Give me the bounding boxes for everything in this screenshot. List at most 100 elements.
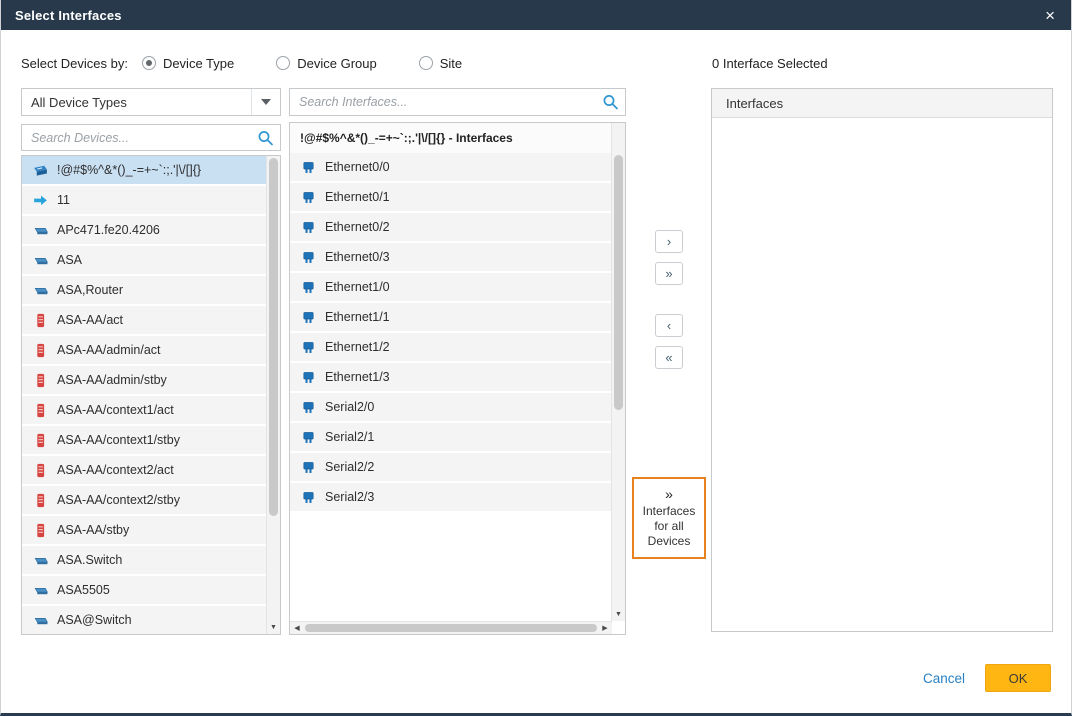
scrollbar-thumb[interactable]: [305, 624, 597, 632]
firewall-device-icon: [32, 462, 49, 479]
interfaces-for-all-devices-label: Interfaces for all Devices: [636, 504, 702, 549]
device-list-item[interactable]: ASA-AA/admin/stby: [22, 366, 266, 394]
scroll-right-icon[interactable]: ▶: [598, 622, 612, 634]
device-list-box: !@#$%^&*()_-=+~`:;.'|\/[]{} 11 APc471.fe…: [21, 155, 281, 635]
firewall-device-icon: [32, 492, 49, 509]
device-list-item[interactable]: ASA.Switch: [22, 546, 266, 574]
device-list-item[interactable]: ASA-AA/context2/stby: [22, 486, 266, 514]
interface-label: Ethernet0/0: [325, 160, 390, 174]
search-icon[interactable]: [257, 129, 274, 146]
device-list-scrollbar[interactable]: ▼: [266, 156, 280, 634]
device-list-item[interactable]: ASA-AA/act: [22, 306, 266, 334]
device-list-item[interactable]: ASA,Router: [22, 276, 266, 304]
interface-list-item[interactable]: Serial2/3: [290, 483, 612, 511]
interface-label: Serial2/2: [325, 460, 374, 474]
arrows-device-icon: [32, 192, 49, 209]
device-label: ASA-AA/stby: [57, 523, 129, 537]
device-label: 11: [57, 193, 70, 207]
device-list-item[interactable]: ASA: [22, 246, 266, 274]
interface-label: Ethernet1/3: [325, 370, 390, 384]
device-label: ASA5505: [57, 583, 110, 597]
interface-label: Serial2/0: [325, 400, 374, 414]
device-label: ASA-AA/admin/act: [57, 343, 161, 357]
interface-list-vscrollbar[interactable]: ▼: [611, 123, 625, 621]
interface-search-input[interactable]: [289, 88, 626, 116]
scrollbar-thumb[interactable]: [269, 158, 278, 516]
interface-list-item[interactable]: Ethernet0/1: [290, 183, 612, 211]
device-list-item[interactable]: ASA@Switch: [22, 606, 266, 634]
interface-search: [289, 88, 626, 116]
interface-list-item[interactable]: Ethernet1/0: [290, 273, 612, 301]
interface-list-item[interactable]: Serial2/1: [290, 423, 612, 451]
device-search-input[interactable]: [21, 124, 281, 151]
add-selected-button[interactable]: ›: [655, 230, 683, 253]
device-label: ASA,Router: [57, 283, 123, 297]
interface-list-hscrollbar[interactable]: ◀ ▶: [290, 621, 612, 634]
radio-icon: [276, 56, 290, 70]
remove-all-button[interactable]: «: [655, 346, 683, 369]
interface-list-header: !@#$%^&*()_-=+~`:;.'|\/[]{} - Interfaces: [290, 123, 612, 153]
device-list-item[interactable]: ASA5505: [22, 576, 266, 604]
interface-icon: [300, 279, 317, 296]
interface-icon: [300, 159, 317, 176]
firewall-device-icon: [32, 312, 49, 329]
interface-list-panel: !@#$%^&*()_-=+~`:;.'|\/[]{} - Interfaces…: [289, 122, 626, 635]
firewall-device-icon: [32, 522, 49, 539]
device-list-item[interactable]: ASA-AA/context1/act: [22, 396, 266, 424]
interface-list-item[interactable]: Serial2/0: [290, 393, 612, 421]
device-list-item[interactable]: !@#$%^&*()_-=+~`:;.'|\/[]{}: [22, 156, 266, 184]
device-list-item[interactable]: ASA-AA/admin/act: [22, 336, 266, 364]
firewall-device-icon: [32, 402, 49, 419]
ok-button[interactable]: OK: [985, 664, 1051, 692]
interface-list: Ethernet0/0 Ethernet0/1 Ethernet0/2 Ethe…: [290, 153, 612, 513]
device-list-item[interactable]: APc471.fe20.4206: [22, 216, 266, 244]
cancel-button[interactable]: Cancel: [923, 671, 965, 686]
interface-icon: [300, 369, 317, 386]
radio-device-type[interactable]: Device Type: [142, 56, 234, 71]
device-label: ASA-AA/admin/stby: [57, 373, 167, 387]
device-list-item[interactable]: 11: [22, 186, 266, 214]
close-icon[interactable]: ×: [1043, 7, 1057, 24]
scroll-down-icon[interactable]: ▼: [267, 620, 280, 634]
device-list-item[interactable]: ASA-AA/context1/stby: [22, 426, 266, 454]
device-label: ASA-AA/context2/stby: [57, 493, 180, 507]
device-type-dropdown-value: All Device Types: [31, 95, 127, 110]
device-label: ASA: [57, 253, 82, 267]
interface-label: Ethernet0/2: [325, 220, 390, 234]
interface-list-item[interactable]: Ethernet0/2: [290, 213, 612, 241]
device-type-dropdown[interactable]: All Device Types: [21, 88, 281, 116]
dialog-header: Select Interfaces ×: [1, 0, 1071, 30]
interface-list-item[interactable]: Ethernet0/0: [290, 153, 612, 181]
device-label: ASA-AA/context1/act: [57, 403, 174, 417]
interface-label: Ethernet1/0: [325, 280, 390, 294]
selected-interfaces-header: Interfaces: [712, 89, 1052, 118]
device-list-item[interactable]: ASA-AA/context2/act: [22, 456, 266, 484]
interface-label: Ethernet1/1: [325, 310, 390, 324]
device-list-item[interactable]: ASA-AA/stby: [22, 516, 266, 544]
select-interfaces-dialog: Select Interfaces × Select Devices by: D…: [0, 0, 1072, 716]
device-label: ASA-AA/context2/act: [57, 463, 174, 477]
add-all-button[interactable]: »: [655, 262, 683, 285]
device-device-icon: [32, 582, 49, 599]
interface-list-item[interactable]: Serial2/2: [290, 453, 612, 481]
interface-list-item[interactable]: Ethernet1/3: [290, 363, 612, 391]
interface-list-item[interactable]: Ethernet1/1: [290, 303, 612, 331]
radio-device-group[interactable]: Device Group: [276, 56, 376, 71]
select-devices-by-label: Select Devices by:: [21, 56, 128, 71]
selected-interface-count: 0 Interface Selected: [712, 56, 828, 71]
scrollbar-thumb[interactable]: [614, 155, 623, 410]
interface-list-item[interactable]: Ethernet1/2: [290, 333, 612, 361]
interface-icon: [300, 399, 317, 416]
interface-icon: [300, 459, 317, 476]
device-label: ASA@Switch: [57, 613, 132, 627]
interfaces-for-all-devices-button[interactable]: » Interfaces for all Devices: [632, 477, 706, 559]
scroll-left-icon[interactable]: ◀: [290, 622, 304, 634]
radio-icon: [142, 56, 156, 70]
remove-selected-button[interactable]: ‹: [655, 314, 683, 337]
radio-site[interactable]: Site: [419, 56, 462, 71]
device-label: ASA-AA/act: [57, 313, 123, 327]
search-icon[interactable]: [602, 94, 619, 111]
interface-list-item[interactable]: Ethernet0/3: [290, 243, 612, 271]
scroll-down-icon[interactable]: ▼: [612, 607, 625, 621]
interface-label: Ethernet0/1: [325, 190, 390, 204]
